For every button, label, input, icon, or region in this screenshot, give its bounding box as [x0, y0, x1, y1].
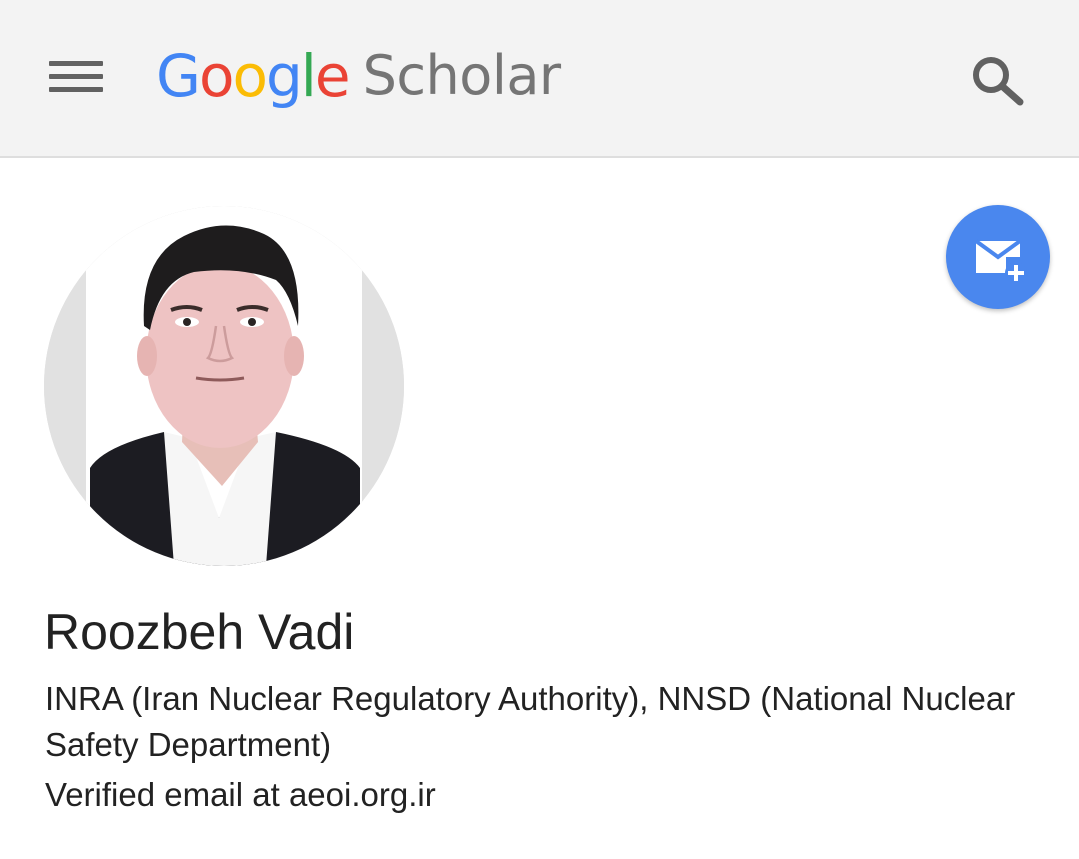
scholar-wordmark: Scholar	[362, 44, 562, 107]
profile-affiliation: INRA (Iran Nuclear Regulatory Authority)…	[45, 680, 1016, 763]
profile-name: Roozbeh Vadi	[44, 604, 355, 660]
verified-email: Verified email at aeoi.org.ir	[45, 776, 436, 813]
profile-avatar	[44, 206, 404, 566]
follow-email-button[interactable]	[946, 205, 1050, 309]
search-button[interactable]	[964, 48, 1034, 112]
google-scholar-logo[interactable]: Google Scholar	[156, 36, 561, 116]
menu-icon-bar	[49, 61, 103, 66]
google-wordmark: Google	[156, 42, 351, 110]
app-header: Google Scholar	[0, 0, 1079, 158]
menu-button[interactable]	[40, 48, 112, 104]
menu-icon-bar	[49, 74, 103, 79]
search-icon	[973, 57, 1024, 106]
email-plus-icon	[974, 239, 1027, 284]
profile-photo	[44, 206, 404, 566]
menu-icon-bar	[49, 87, 103, 92]
